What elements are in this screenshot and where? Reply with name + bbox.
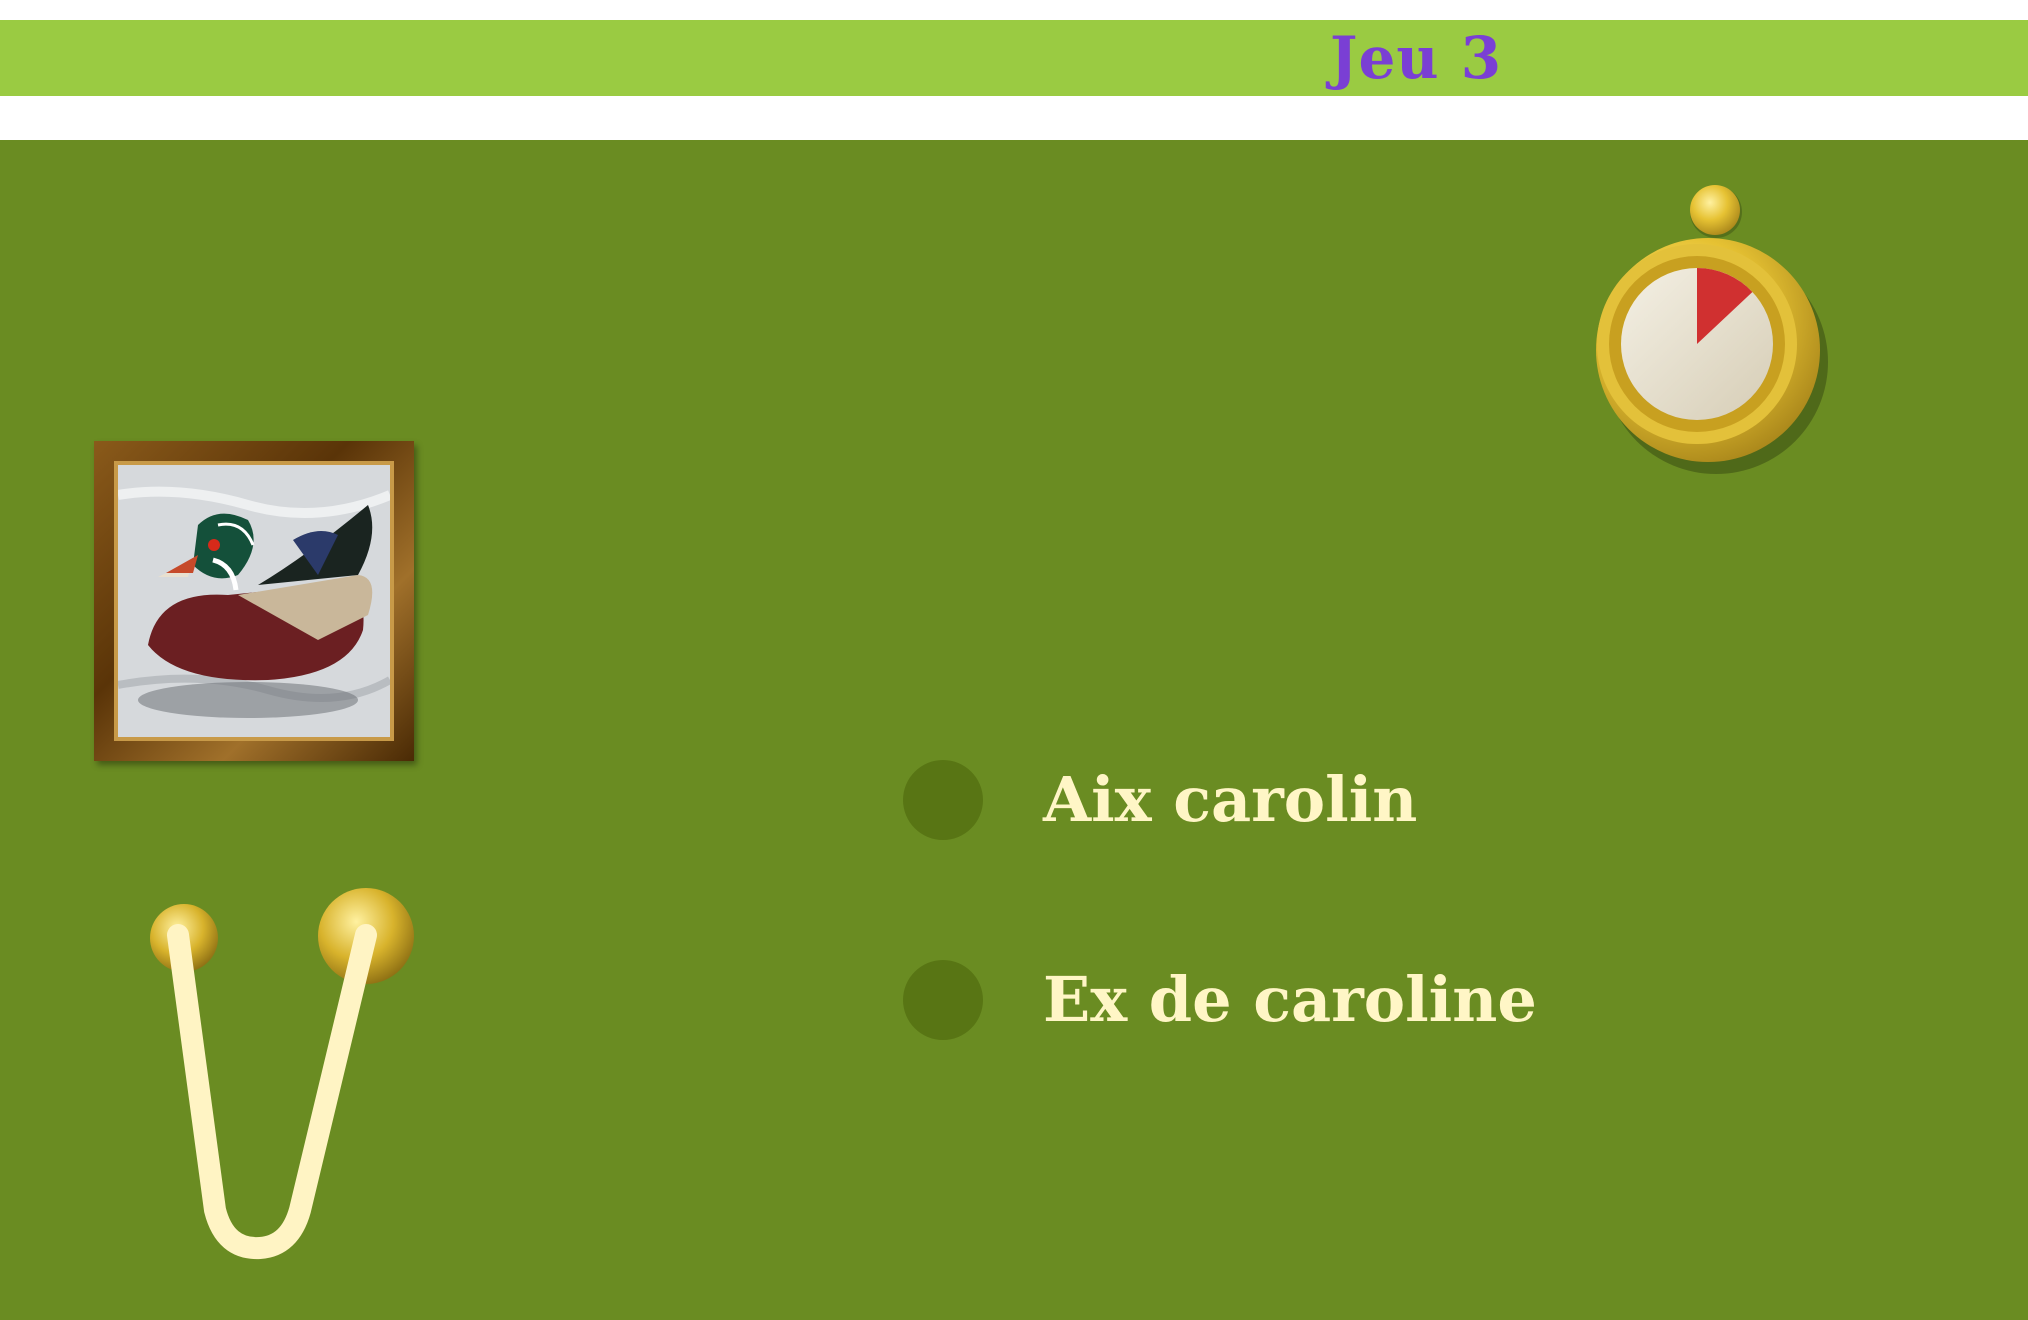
- page-title: Jeu 3: [1330, 24, 1503, 92]
- duck-photo: [114, 461, 394, 741]
- answer-option-2[interactable]: Ex de caroline: [903, 960, 1703, 1040]
- option-radio-1[interactable]: [903, 760, 983, 840]
- option-label-2[interactable]: Ex de caroline: [1043, 964, 1537, 1036]
- header-bar: Jeu 3: [0, 20, 2028, 96]
- picture-frame: [94, 441, 414, 761]
- option-radio-2[interactable]: [903, 960, 983, 1040]
- answer-option-1[interactable]: Aix carolin: [903, 760, 1703, 840]
- rope-swing-icon: [150, 888, 414, 1260]
- stopwatch-icon: [1596, 185, 1828, 474]
- wood-duck-image: [118, 465, 390, 737]
- option-label-1[interactable]: Aix carolin: [1043, 764, 1417, 836]
